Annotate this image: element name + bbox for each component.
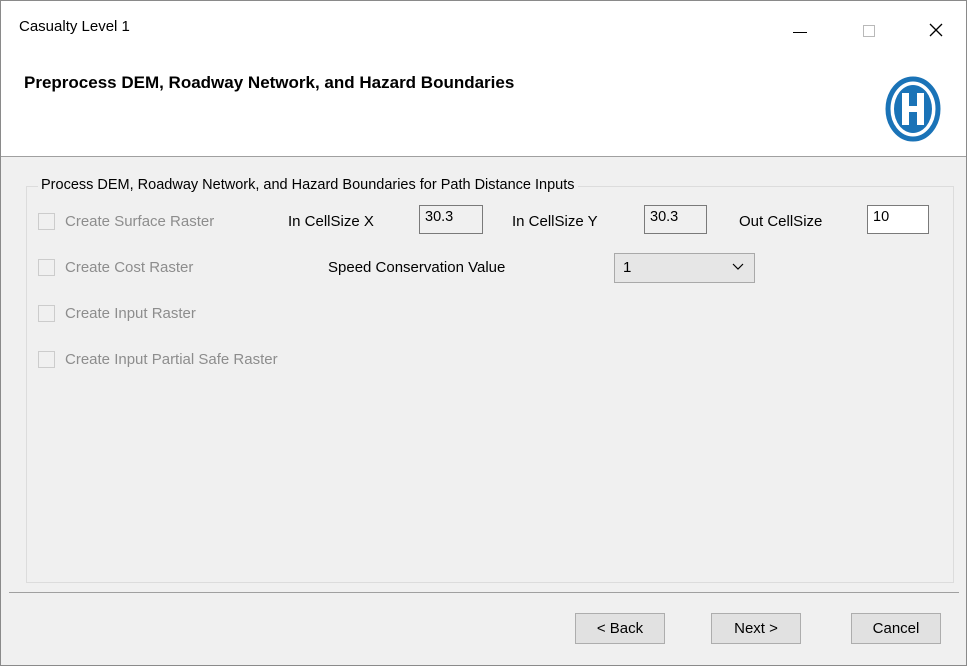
process-groupbox: [26, 186, 954, 583]
page-title: Preprocess DEM, Roadway Network, and Haz…: [24, 73, 515, 92]
checkbox-label: Create Input Raster: [65, 304, 196, 322]
maximize-button[interactable]: [846, 1, 892, 59]
in-cellsize-y-field[interactable]: 30.3: [644, 205, 707, 234]
checkbox-box[interactable]: [38, 212, 55, 230]
checkbox-box[interactable]: [38, 258, 55, 276]
next-button[interactable]: Next >: [711, 613, 801, 644]
wizard-header: Preprocess DEM, Roadway Network, and Haz…: [1, 59, 966, 157]
footer-separator: [9, 592, 959, 593]
minimize-icon: [793, 31, 807, 33]
maximize-icon: [863, 25, 875, 37]
back-button[interactable]: < Back: [575, 613, 665, 644]
group-legend: Process DEM, Roadway Network, and Hazard…: [38, 177, 578, 193]
dropdown-selected-value: 1: [623, 259, 632, 276]
cancel-button[interactable]: Cancel: [851, 613, 941, 644]
checkbox-label: Create Cost Raster: [65, 258, 194, 276]
speed-conservation-label: Speed Conservation Value: [328, 259, 506, 276]
h-circle-logo-icon: [885, 76, 941, 142]
create-input-raster-checkbox[interactable]: Create Input Raster: [38, 302, 196, 324]
out-cellsize-label: Out CellSize: [739, 213, 823, 230]
minimize-button[interactable]: [777, 1, 823, 59]
out-cellsize-field[interactable]: 10: [867, 205, 929, 234]
create-cost-raster-checkbox[interactable]: Create Cost Raster: [38, 256, 193, 278]
speed-conservation-dropdown[interactable]: 1: [614, 253, 755, 283]
create-surface-raster-checkbox[interactable]: Create Surface Raster: [38, 210, 214, 232]
window-title: Casualty Level 1: [19, 18, 130, 35]
checkbox-box[interactable]: [38, 350, 55, 368]
chevron-down-icon: [732, 263, 744, 270]
wizard-window: Casualty Level 1 Preprocess DEM, Roadway…: [0, 0, 967, 666]
close-icon: [929, 23, 943, 37]
checkbox-label: Create Input Partial Safe Raster: [65, 350, 278, 368]
close-button[interactable]: [913, 1, 959, 59]
checkbox-label: Create Surface Raster: [65, 212, 215, 230]
in-cellsize-y-label: In CellSize Y: [512, 213, 598, 230]
create-input-partial-safe-raster-checkbox[interactable]: Create Input Partial Safe Raster: [38, 348, 278, 370]
checkbox-box[interactable]: [38, 304, 55, 322]
in-cellsize-x-label: In CellSize X: [288, 213, 374, 230]
title-bar: Casualty Level 1: [1, 1, 966, 61]
in-cellsize-x-field[interactable]: 30.3: [419, 205, 483, 234]
